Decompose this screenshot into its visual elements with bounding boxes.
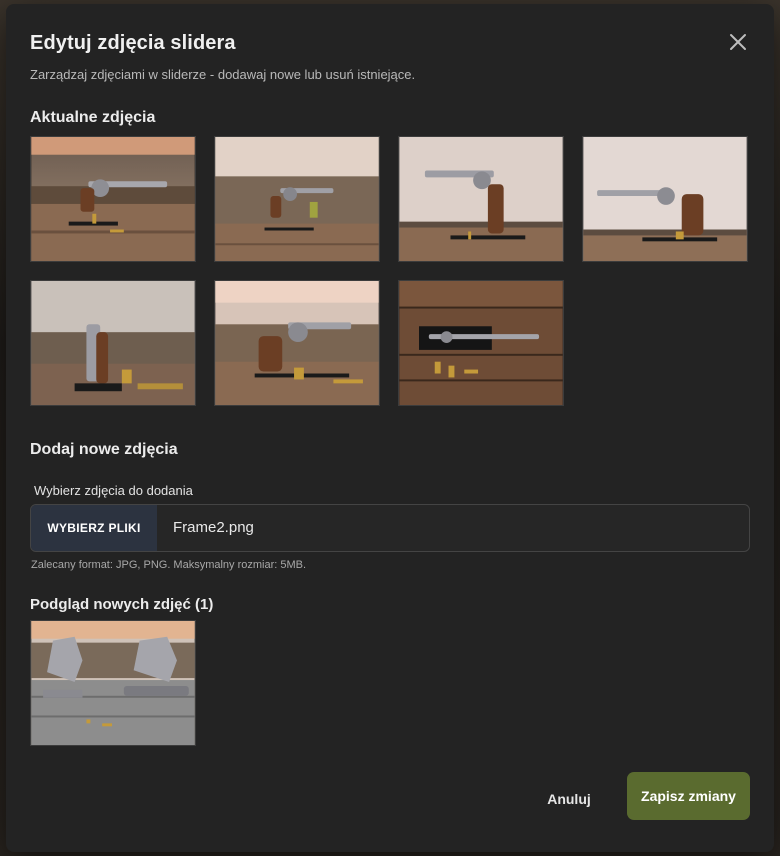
dialog-title: Edytuj zdjęcia slidera (30, 32, 236, 54)
current-image-thumbnail[interactable] (214, 280, 380, 406)
revolver-photo-image (583, 137, 747, 261)
selected-file-name: Frame2.png (173, 519, 254, 536)
revolver-photo-image (399, 281, 563, 405)
current-image-thumbnail[interactable] (398, 280, 564, 406)
dialog-subtitle: Zarządzaj zdjęciami w sliderze - dodawaj… (30, 67, 416, 82)
revolver-photo-image (215, 281, 379, 405)
current-image-thumbnail[interactable] (30, 136, 196, 262)
current-image-thumbnail[interactable] (398, 136, 564, 262)
cancel-button[interactable]: Anuluj (534, 784, 604, 814)
close-button[interactable] (726, 30, 750, 54)
current-image-thumbnail[interactable] (30, 280, 196, 406)
revolver-photo-image (31, 137, 195, 261)
revolver-photo-image (399, 137, 563, 261)
revolver-photo-image (31, 281, 195, 405)
edit-slider-dialog: Edytuj zdjęcia slidera Zarządzaj zdjęcia… (6, 4, 774, 852)
choose-files-button[interactable]: WYBIERZ PLIKI (31, 505, 157, 551)
revolver-photo-image (215, 137, 379, 261)
file-upload-field[interactable]: WYBIERZ PLIKI Frame2.png (30, 504, 750, 552)
file-input-label: Wybierz zdjęcia do dodania (34, 483, 193, 498)
current-image-thumbnail[interactable] (582, 136, 748, 262)
current-images-heading: Aktualne zdjęcia (30, 109, 156, 126)
add-images-heading: Dodaj nowe zdjęcia (30, 441, 178, 458)
close-icon (730, 34, 746, 50)
current-image-thumbnail[interactable] (214, 136, 380, 262)
save-changes-button[interactable]: Zapisz zmiany (627, 772, 750, 820)
preview-heading: Podgląd nowych zdjęć (1) (30, 596, 214, 613)
file-format-hint: Zalecany format: JPG, PNG. Maksymalny ro… (31, 559, 307, 571)
new-image-preview-thumbnail[interactable] (30, 620, 196, 746)
revolver-parts-photo-image (31, 621, 195, 745)
